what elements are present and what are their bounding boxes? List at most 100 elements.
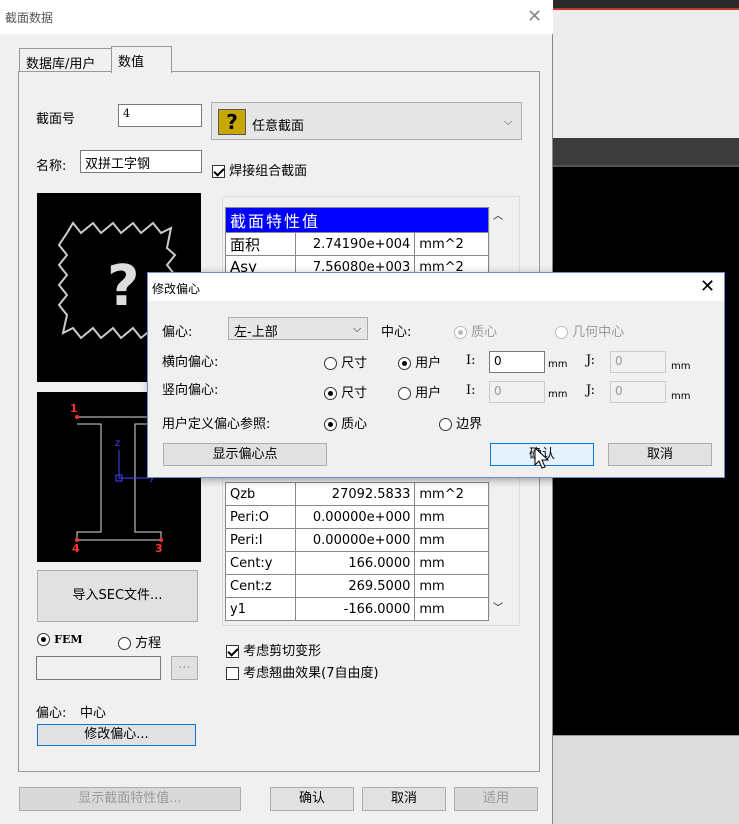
- h-i-unit: mm: [548, 359, 568, 370]
- show-offset-point-button[interactable]: 显示偏心点: [163, 443, 327, 466]
- table-cell: mm^2: [414, 232, 489, 256]
- axis-z-label: z: [115, 438, 121, 449]
- point-4-label: 4: [72, 542, 80, 555]
- point-1-label: 1: [70, 402, 78, 415]
- ok-button[interactable]: 确认: [270, 787, 354, 811]
- h-j-unit: mm: [671, 361, 691, 372]
- welded-label: 焊接组合截面: [229, 164, 308, 179]
- v-i-unit: mm: [548, 389, 568, 400]
- h-i-label: I:: [466, 353, 476, 368]
- ref-boundary-label: 边界: [456, 417, 483, 432]
- properties-table-bottom: Qzb 27092.5833 mm^2 Peri:O 0.00000e+000 mm P…: [225, 482, 489, 621]
- v-j-unit: mm: [671, 391, 691, 402]
- table-cell: mm: [414, 528, 489, 552]
- import-sec-button[interactable]: 导入SEC文件...: [37, 570, 198, 622]
- warp-checkbox[interactable]: 考虑翘曲效果(7自由度): [226, 662, 379, 681]
- centroid-radio-icon[interactable]: [454, 326, 467, 339]
- mouse-cursor-icon: [534, 447, 550, 469]
- h-i-input[interactable]: 0: [489, 351, 545, 373]
- h-j-label: J:: [586, 353, 596, 368]
- geo-center-radio[interactable]: 几何中心: [555, 321, 624, 340]
- table-row: Cent:z 269.5000 mm: [225, 574, 489, 598]
- fem-radio-icon[interactable]: [37, 633, 50, 646]
- h-dimension-radio[interactable]: 尺寸: [324, 352, 367, 371]
- table-row: 面积 2.74190e+004 mm^2: [225, 232, 489, 256]
- modal-close-icon[interactable]: ✕: [700, 276, 715, 297]
- v-user-radio-icon[interactable]: [398, 387, 411, 400]
- equation-input[interactable]: [36, 656, 161, 680]
- name-label: 名称:: [36, 159, 67, 174]
- h-dimension-radio-icon[interactable]: [324, 357, 337, 370]
- section-number-input[interactable]: 4: [118, 104, 202, 127]
- v-user-label: 用户: [415, 386, 442, 401]
- centroid-radio[interactable]: 质心: [454, 321, 497, 340]
- v-i-input[interactable]: 0: [489, 381, 545, 403]
- browse-button[interactable]: ...: [171, 656, 198, 680]
- table-cell: mm^2: [414, 482, 489, 506]
- ref-centroid-radio[interactable]: 质心: [324, 413, 367, 432]
- welded-check-icon[interactable]: [212, 165, 225, 178]
- equation-radio-icon[interactable]: [118, 637, 131, 650]
- welded-checkbox[interactable]: 焊接组合截面: [212, 160, 307, 179]
- v-j-input[interactable]: 0: [610, 381, 666, 403]
- fem-radio[interactable]: FEM: [37, 632, 83, 647]
- ref-boundary-radio[interactable]: 边界: [439, 413, 482, 432]
- table-cell: Qzb: [225, 482, 296, 506]
- table-row: Qzb 27092.5833 mm^2: [225, 482, 489, 506]
- table-cell: -166.0000: [294, 597, 416, 621]
- shear-checkbox[interactable]: 考虑剪切变形: [226, 640, 321, 659]
- warp-check-icon[interactable]: [226, 667, 239, 680]
- modal-offset-label: 偏心:: [162, 325, 193, 340]
- close-icon[interactable]: ✕: [527, 6, 542, 27]
- h-user-radio-icon[interactable]: [398, 357, 411, 370]
- v-dimension-radio-icon[interactable]: [324, 387, 337, 400]
- table-cell: mm: [414, 505, 489, 529]
- section-type-value: 任意截面: [252, 119, 305, 134]
- ref-centroid-radio-icon[interactable]: [324, 418, 337, 431]
- cancel-button[interactable]: 取消: [362, 787, 446, 811]
- modal-title-bar: 修改偏心 ✕: [148, 273, 724, 301]
- apply-button[interactable]: 适用: [454, 787, 538, 811]
- modal-cancel-button[interactable]: 取消: [608, 443, 712, 466]
- ref-boundary-radio-icon[interactable]: [439, 418, 452, 431]
- table-cell: mm: [414, 551, 489, 575]
- h-j-input[interactable]: 0: [610, 351, 666, 373]
- table-cell: 0.00000e+000: [294, 528, 416, 552]
- table-cell: y1: [225, 597, 296, 621]
- equation-label: 方程: [135, 636, 162, 651]
- offset-label: 偏心:: [36, 706, 67, 721]
- table-cell: 269.5000: [294, 574, 416, 598]
- v-user-radio[interactable]: 用户: [398, 382, 441, 401]
- chevron-down-icon: ⌵: [504, 115, 513, 128]
- table-cell: mm: [414, 574, 489, 598]
- fem-label: FEM: [54, 633, 83, 646]
- h-user-radio[interactable]: 用户: [398, 352, 441, 371]
- geo-center-radio-icon[interactable]: [555, 326, 568, 339]
- table-cell: mm: [414, 597, 489, 621]
- geo-center-label: 几何中心: [572, 325, 625, 340]
- table-row: Peri:O 0.00000e+000 mm: [225, 505, 489, 529]
- v-dimension-radio[interactable]: 尺寸: [324, 382, 367, 401]
- table-cell: 27092.5833: [294, 482, 416, 506]
- name-input[interactable]: 双拼工字钢: [80, 150, 202, 173]
- scroll-up-icon[interactable]: ︿: [493, 207, 503, 222]
- shear-check-icon[interactable]: [226, 645, 239, 658]
- v-dimension-label: 尺寸: [341, 386, 368, 401]
- equation-radio[interactable]: 方程: [118, 632, 161, 651]
- table-row: y1 -166.0000 mm: [225, 597, 489, 621]
- tab-database[interactable]: 数据库/用户: [19, 48, 111, 72]
- offset-select[interactable]: 左-上部 ⌵: [228, 317, 368, 340]
- scroll-down-icon[interactable]: ﹀: [493, 599, 503, 614]
- table-cell: 2.74190e+004: [294, 232, 416, 256]
- offset-select-value: 左-上部: [234, 325, 278, 340]
- table-row: Peri:I 0.00000e+000 mm: [225, 528, 489, 552]
- section-type-select[interactable]: ? 任意截面 ⌵: [211, 102, 522, 140]
- svg-text:?: ?: [107, 254, 139, 319]
- modify-offset-button[interactable]: 修改偏心...: [37, 724, 196, 746]
- title-bar: 截面数据 ✕: [0, 0, 553, 34]
- show-properties-button[interactable]: 显示截面特性值...: [19, 787, 241, 811]
- center-label: 中心:: [381, 325, 412, 340]
- tab-values[interactable]: 数值: [111, 46, 172, 73]
- background-status-area: [553, 735, 739, 824]
- shear-label: 考虑剪切变形: [243, 644, 322, 659]
